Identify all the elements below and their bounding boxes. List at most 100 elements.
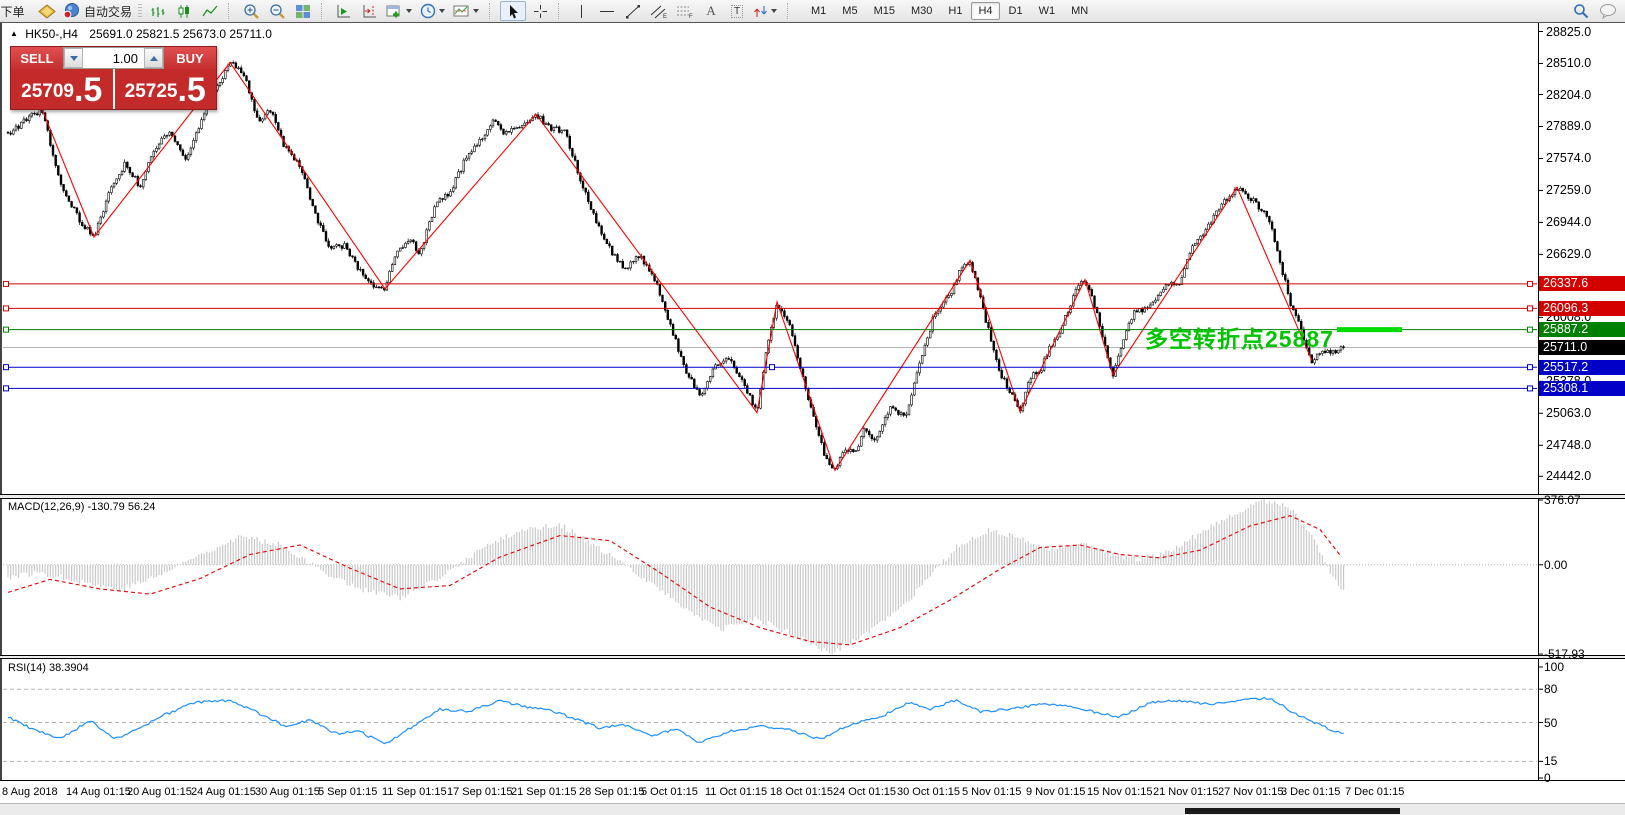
hline-handle[interactable] [4,386,9,391]
pivot-annotation[interactable]: 多空转折点25887 [1145,320,1334,354]
candle-body [680,352,682,357]
candle-body [617,255,619,262]
candle-body [126,162,128,167]
candle-body [153,151,155,156]
candle-body [362,269,364,275]
hline-handle[interactable] [1528,386,1533,391]
sell-price[interactable]: 25709.5 [11,69,113,109]
candle-body [142,180,144,187]
candle-body [741,377,743,380]
candle-body [1250,199,1252,201]
candle-body [924,345,926,355]
candle-body [1035,373,1037,374]
candle-body [333,246,335,248]
timeframe-m5[interactable]: M5 [835,2,864,20]
timeframe-m1[interactable]: M1 [804,2,833,20]
candle-body [516,127,518,128]
candle-body [134,176,136,177]
timeframe-h1[interactable]: H1 [941,2,969,20]
horizontal-line-tool[interactable] [595,1,619,21]
candle-body [169,132,171,135]
buy-price[interactable]: 25725.5 [115,69,217,109]
arrows-tool[interactable] [751,1,781,21]
toolbar-separator [321,3,328,19]
hline-handle[interactable] [4,306,9,311]
timeframe-d1[interactable]: D1 [1002,2,1030,20]
chart-shift-button[interactable] [358,1,382,21]
vertical-line-tool[interactable] [569,1,593,21]
candle-body [174,136,176,142]
candle-body [905,414,907,415]
candle-body [455,178,457,188]
cursor-button[interactable] [500,1,526,21]
buy-button[interactable]: BUY [164,47,216,69]
candle-body [876,437,878,440]
zoom-out-button[interactable] [265,1,289,21]
hline-handle[interactable] [1528,365,1533,370]
volume-decrease-button[interactable] [64,48,83,68]
trendline-tool[interactable] [621,1,645,21]
timeframe-h4[interactable]: H4 [971,2,999,20]
bar-chart-button[interactable] [146,1,170,21]
candle-body [731,359,733,361]
new-chart-button[interactable] [384,1,416,21]
hline-handle[interactable] [4,365,9,370]
timeframe-m15[interactable]: M15 [867,2,902,20]
tile-windows-button[interactable] [291,1,315,21]
fibonacci-tool[interactable]: F [673,1,697,21]
candle-body [874,439,876,440]
hline-handle[interactable] [4,327,9,332]
timeframe-m30[interactable]: M30 [904,2,939,20]
timeframe-mn[interactable]: MN [1064,2,1095,20]
candle-body [686,365,688,374]
candle-body [442,199,444,200]
candle-body [1157,295,1159,300]
candle-body [921,356,923,364]
candle-body [511,128,513,132]
candle-body [1041,371,1043,373]
candle-body [961,268,963,271]
candlestick-chart-button[interactable] [172,1,196,21]
candle-body [1274,229,1276,242]
candle-body [707,382,709,389]
text-label-tool[interactable]: T [725,1,749,21]
panel-expander-icon[interactable]: ▲ [10,29,18,38]
market-watch-icon[interactable] [35,1,59,21]
sell-button[interactable]: SELL [11,47,63,69]
equidistant-channel-tool[interactable]: E [647,1,671,21]
periods-button[interactable] [418,1,449,21]
autotrading-button[interactable]: 自动交易 [61,1,134,21]
candle-body [31,113,33,116]
hline-handle[interactable] [770,365,775,370]
timeframe-w1[interactable]: W1 [1032,2,1063,20]
zoom-in-button[interactable] [239,1,263,21]
hline-handle[interactable] [4,281,9,286]
search-icon[interactable] [1573,3,1589,19]
candle-body [593,210,595,214]
crosshair-button[interactable] [528,1,552,21]
gold-diamond-icon [38,4,56,19]
candle-body [405,243,407,247]
hline-handle[interactable] [1528,306,1533,311]
candle-body [1155,300,1157,302]
templates-button[interactable] [451,1,483,21]
new-order-button[interactable]: 下单 [1,1,33,21]
chat-icon[interactable] [1599,3,1617,19]
candle-body [823,443,825,456]
hline-handle[interactable] [1528,281,1533,286]
candle-body [105,201,107,212]
vertical-line-icon [575,4,588,19]
text-tool[interactable]: A [699,1,723,21]
timeframe-toolbar: M1M5M15M30H1H4D1W1MN [803,2,1096,20]
candle-body [892,407,894,408]
candle-body [238,68,240,69]
candle-body [450,192,452,197]
candle-body [1242,188,1244,191]
volume-increase-button[interactable] [144,48,163,68]
auto-scroll-button[interactable] [332,1,356,21]
hline-handle[interactable] [1528,327,1533,332]
line-chart-button[interactable] [198,1,222,21]
candle-body [1094,296,1096,308]
volume-input[interactable]: 1.00 [83,48,144,68]
candle-body [1168,284,1170,285]
